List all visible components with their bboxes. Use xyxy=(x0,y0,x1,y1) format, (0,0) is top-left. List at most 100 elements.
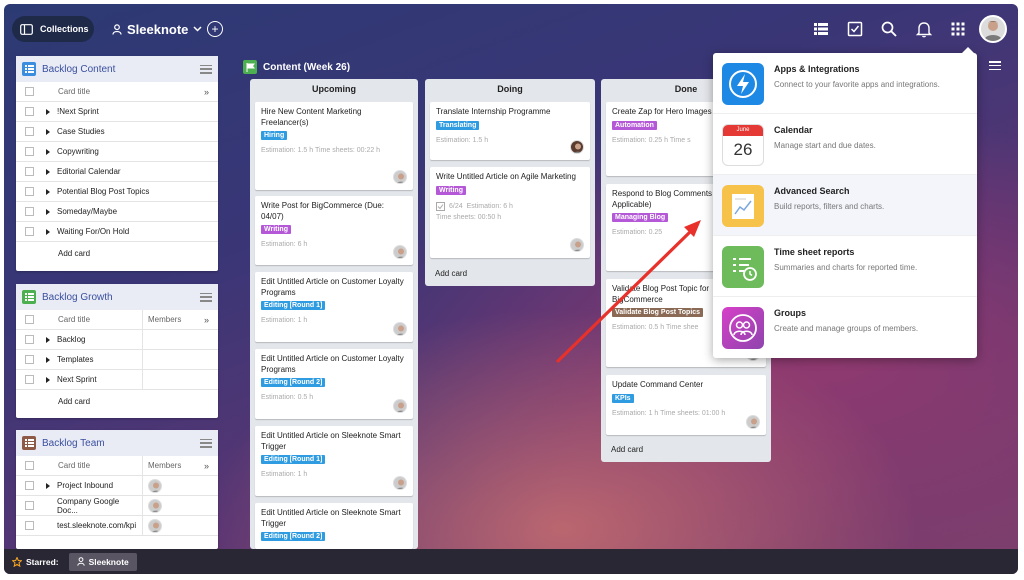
menu-item-apps-integrations[interactable]: Apps & Integrations Connect to your favo… xyxy=(713,53,977,114)
table-row[interactable]: Waiting For/On Hold xyxy=(16,222,218,242)
table-row[interactable]: !Next Sprint xyxy=(16,102,218,122)
table-row[interactable]: Case Studies xyxy=(16,122,218,142)
bell-icon[interactable] xyxy=(915,20,933,38)
expand-icon[interactable] xyxy=(46,168,50,175)
card[interactable]: Edit Untitled Article on Customer Loyalt… xyxy=(255,272,413,342)
row-checkbox[interactable] xyxy=(25,147,34,156)
expand-icon[interactable] xyxy=(46,228,50,235)
card-label: KPIs xyxy=(612,393,634,403)
row-checkbox[interactable] xyxy=(25,335,34,344)
row-checkbox[interactable] xyxy=(25,207,34,216)
menu-item-calendar[interactable]: June 26 Calendar Manage start and due da… xyxy=(713,114,977,175)
row-checkbox[interactable] xyxy=(25,127,34,136)
app-window: Collections Sleeknote + Backlog Content … xyxy=(4,4,1018,574)
add-card-button[interactable]: Add card xyxy=(16,390,218,412)
row-checkbox[interactable] xyxy=(25,187,34,196)
add-card-button[interactable]: Add card xyxy=(16,242,218,264)
card[interactable]: Write Post for BigCommerce (Due: 04/07) … xyxy=(255,196,413,265)
user-avatar[interactable] xyxy=(979,15,1007,43)
row-title: Next Sprint xyxy=(57,375,97,384)
expand-icon[interactable] xyxy=(46,482,50,489)
expand-icon[interactable] xyxy=(46,188,50,195)
collections-button[interactable]: Collections xyxy=(12,16,94,42)
card-avatar[interactable] xyxy=(570,238,584,252)
card-meta-row: 6/24 Estimation: 6 h xyxy=(436,201,584,211)
card-avatar[interactable] xyxy=(393,476,407,490)
header-card-title: Card title xyxy=(58,461,91,470)
row-checkbox[interactable] xyxy=(25,521,34,530)
select-all-checkbox[interactable] xyxy=(25,461,34,470)
card[interactable]: Translate Internship Programme Translati… xyxy=(430,102,590,160)
menu-item-advanced-search[interactable]: Advanced Search Build reports, filters a… xyxy=(713,175,977,236)
card-avatar[interactable] xyxy=(393,322,407,336)
expand-icon[interactable] xyxy=(46,336,50,343)
card-avatar[interactable] xyxy=(393,170,407,184)
add-button[interactable]: + xyxy=(207,21,223,37)
expand-icon[interactable] xyxy=(46,356,50,363)
card[interactable]: Edit Untitled Article on Sleeknote Smart… xyxy=(255,503,413,549)
table-row[interactable]: Next Sprint xyxy=(16,370,218,390)
column-title: Doing xyxy=(497,84,523,94)
add-card-button[interactable]: Add card xyxy=(435,269,467,278)
chevron-right-icon[interactable]: » xyxy=(204,87,218,97)
column-upcoming: Upcoming Hire New Content Marketing Free… xyxy=(250,79,418,549)
row-checkbox[interactable] xyxy=(25,481,34,490)
row-checkbox[interactable] xyxy=(25,501,34,510)
add-card-button[interactable]: Add card xyxy=(611,445,643,454)
menu-item-time-sheet-reports[interactable]: Time sheet reports Summaries and charts … xyxy=(713,236,977,297)
board-menu-icon[interactable] xyxy=(989,61,1001,70)
card-title: Edit Untitled Article on Sleeknote Smart… xyxy=(261,508,401,528)
card[interactable]: Edit Untitled Article on Sleeknote Smart… xyxy=(255,426,413,496)
row-checkbox[interactable] xyxy=(25,227,34,236)
search-icon[interactable] xyxy=(880,20,898,38)
table-row[interactable]: Potential Blog Post Topics xyxy=(16,182,218,202)
card[interactable]: Edit Untitled Article on Customer Loyalt… xyxy=(255,349,413,419)
expand-icon[interactable] xyxy=(46,128,50,135)
list-view-icon[interactable] xyxy=(812,20,830,38)
workspace-switcher[interactable]: Sleeknote xyxy=(112,18,202,40)
menu-icon[interactable] xyxy=(200,438,212,448)
member-avatar[interactable] xyxy=(148,518,162,533)
card[interactable]: Hire New Content Marketing Freelancer(s)… xyxy=(255,102,413,190)
card-avatar[interactable] xyxy=(393,399,407,413)
table-row[interactable]: Someday/Maybe xyxy=(16,202,218,222)
table-row[interactable]: Editorial Calendar xyxy=(16,162,218,182)
card-meta: Estimation: 6 h xyxy=(466,202,513,210)
table-row[interactable]: Backlog xyxy=(16,330,218,350)
table-row[interactable]: Project Inbound xyxy=(16,476,218,496)
select-all-checkbox[interactable] xyxy=(25,87,34,96)
apps-grid-icon[interactable] xyxy=(949,20,967,38)
expand-icon[interactable] xyxy=(46,148,50,155)
checkbox-icon[interactable] xyxy=(846,20,864,38)
select-all-checkbox[interactable] xyxy=(25,315,34,324)
avatar-person-icon xyxy=(151,502,161,512)
row-checkbox[interactable] xyxy=(25,375,34,384)
chevron-right-icon[interactable]: » xyxy=(204,461,218,471)
members-cell xyxy=(142,350,204,369)
member-avatar[interactable] xyxy=(148,478,162,493)
card[interactable]: Write Untitled Article on Agile Marketin… xyxy=(430,167,590,258)
menu-icon[interactable] xyxy=(200,64,212,74)
table-row[interactable]: Copywriting xyxy=(16,142,218,162)
card-avatar[interactable] xyxy=(393,245,407,259)
member-avatar[interactable] xyxy=(148,498,162,513)
expand-icon[interactable] xyxy=(46,108,50,115)
card-avatar[interactable] xyxy=(746,415,760,429)
card[interactable]: Update Command Center KPIs Estimation: 1… xyxy=(606,375,766,435)
sidebar-toggle-icon xyxy=(20,23,33,35)
table-row[interactable]: Company Google Doc... xyxy=(16,496,218,516)
row-checkbox[interactable] xyxy=(25,355,34,364)
row-checkbox[interactable] xyxy=(25,167,34,176)
row-checkbox[interactable] xyxy=(25,107,34,116)
table-row[interactable]: Templates xyxy=(16,350,218,370)
avatar-person-icon xyxy=(396,402,406,412)
menu-icon[interactable] xyxy=(200,292,212,302)
expand-icon[interactable] xyxy=(46,376,50,383)
card-avatar[interactable] xyxy=(570,140,584,154)
starred-chip-sleeknote[interactable]: Sleeknote xyxy=(68,552,137,571)
table-row[interactable]: test.sleeknote.com/kpi xyxy=(16,516,218,536)
lightning-icon xyxy=(722,63,764,105)
menu-item-groups[interactable]: Groups Create and manage groups of membe… xyxy=(713,297,977,358)
expand-icon[interactable] xyxy=(46,208,50,215)
chevron-right-icon[interactable]: » xyxy=(204,315,218,325)
